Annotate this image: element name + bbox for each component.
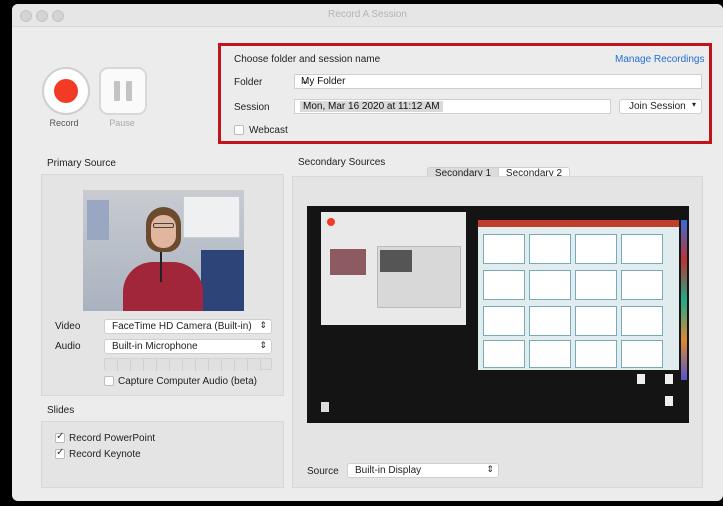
source-value: Built-in Display: [355, 465, 422, 476]
record-button[interactable]: [42, 67, 90, 115]
primary-source-panel: Video FaceTime HD Camera (Built-in) ⇕ Au…: [41, 174, 284, 396]
secondary-sources-title: Secondary Sources: [298, 157, 386, 168]
record-session-window: Record A Session Record Pause Choose fol…: [12, 4, 723, 501]
session-name-input[interactable]: Mon, Mar 16 2020 at 11:12 AM: [294, 99, 611, 114]
webcast-checkbox[interactable]: [234, 125, 244, 135]
pause-label: Pause: [109, 118, 135, 128]
capture-audio-checkbox[interactable]: [104, 376, 114, 386]
up-down-arrows-icon: ⇕: [259, 320, 267, 330]
video-select[interactable]: FaceTime HD Camera (Built-in) ⇕: [104, 319, 272, 334]
capture-audio-label: Capture Computer Audio (beta): [118, 376, 257, 387]
chevron-down-icon: ⌄: [301, 76, 310, 87]
checkmark-icon: ✓: [56, 447, 65, 458]
record-keynote-checkbox[interactable]: ✓: [55, 447, 65, 459]
video-label: Video: [55, 321, 81, 332]
record-icon: [54, 79, 78, 103]
pause-button[interactable]: [99, 67, 147, 115]
screen-preview: [307, 206, 689, 423]
join-session-button[interactable]: Join Session ▾: [619, 99, 702, 114]
folder-label: Folder: [234, 77, 263, 88]
source-select[interactable]: Built-in Display ⇕: [347, 463, 499, 478]
session-name-value: Mon, Mar 16 2020 at 11:12 AM: [300, 101, 443, 112]
audio-select[interactable]: Built-in Microphone ⇕: [104, 339, 272, 354]
title-bar: Record A Session: [12, 4, 723, 27]
primary-source-title: Primary Source: [47, 158, 116, 169]
video-value: FaceTime HD Camera (Built-in): [112, 321, 252, 332]
source-label: Source: [307, 466, 339, 477]
up-down-arrows-icon: ⇕: [259, 340, 267, 350]
record-powerpoint-checkbox[interactable]: ✓: [55, 431, 65, 443]
join-session-label: Join Session: [629, 101, 686, 112]
record-label: Record: [49, 118, 79, 128]
session-label: Session: [234, 102, 270, 113]
folder-select[interactable]: My Folder ⌄: [294, 74, 702, 89]
manage-recordings-link[interactable]: Manage Recordings: [615, 54, 705, 65]
audio-value: Built-in Microphone: [112, 341, 198, 352]
session-heading: Choose folder and session name: [234, 54, 381, 65]
dropdown-arrow-icon: ▾: [691, 100, 696, 109]
audio-level-meter: [104, 358, 272, 371]
session-settings-highlight: Choose folder and session name Manage Re…: [218, 43, 712, 144]
up-down-arrows-icon: ⇕: [486, 464, 494, 474]
slides-title: Slides: [47, 405, 75, 416]
camera-preview: [83, 190, 244, 311]
checkmark-icon: ✓: [56, 431, 65, 442]
webcast-label: Webcast: [249, 125, 288, 136]
window-title: Record A Session: [328, 9, 407, 20]
record-powerpoint-label: Record PowerPoint: [69, 433, 156, 444]
record-keynote-label: Record Keynote: [69, 449, 141, 460]
slides-panel: ✓ Record PowerPoint ✓ Record Keynote: [41, 421, 284, 488]
secondary-source-panel: Source Built-in Display ⇕: [292, 176, 703, 488]
audio-label: Audio: [55, 341, 81, 352]
